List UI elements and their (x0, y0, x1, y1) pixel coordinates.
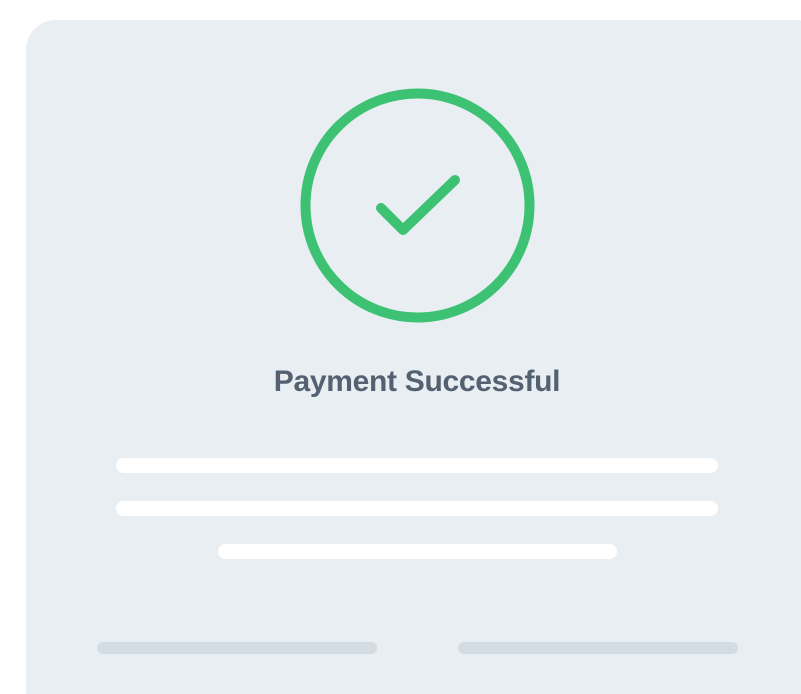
checkmark-stroke (376, 175, 460, 235)
message-placeholder-line-2 (116, 501, 718, 516)
check-circle-icon (300, 88, 535, 323)
check-circle-ring (300, 88, 535, 323)
message-placeholder-line-3 (218, 544, 617, 559)
payment-success-title: Payment Successful (273, 365, 561, 398)
message-placeholder-line-1 (116, 458, 718, 473)
footer-placeholder-right (458, 642, 738, 654)
footer-placeholder-left (97, 642, 377, 654)
success-check-icon (300, 88, 535, 323)
